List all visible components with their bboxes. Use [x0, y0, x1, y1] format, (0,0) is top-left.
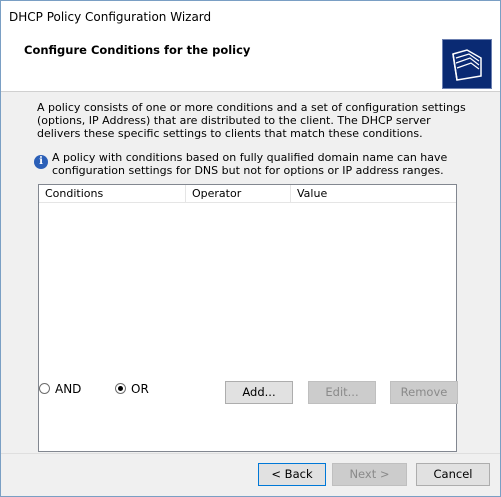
list-header: Conditions Operator Value: [39, 185, 456, 203]
and-radio-label: AND: [55, 382, 82, 396]
info-text: A policy with conditions based on fully …: [52, 151, 448, 177]
remove-button[interactable]: Remove: [390, 381, 458, 404]
or-radio[interactable]: [115, 383, 126, 394]
add-button[interactable]: Add...: [225, 381, 293, 404]
page-title: Configure Conditions for the policy: [24, 43, 251, 57]
footer-divider: [1, 453, 500, 454]
wizard-window: DHCP Policy Configuration Wizard Configu…: [0, 0, 501, 497]
wizard-header: Configure Conditions for the policy: [1, 31, 500, 92]
or-radio-label: OR: [131, 382, 149, 396]
description-text: A policy consists of one or more conditi…: [37, 101, 466, 140]
cancel-button[interactable]: Cancel: [416, 463, 490, 486]
title-bar: DHCP Policy Configuration Wizard: [1, 1, 500, 31]
window-title: DHCP Policy Configuration Wizard: [9, 10, 212, 24]
next-button[interactable]: Next >: [332, 463, 407, 486]
info-icon: i: [34, 155, 48, 169]
column-header-value[interactable]: Value: [291, 185, 456, 202]
edit-button[interactable]: Edit...: [308, 381, 376, 404]
folder-icon: [442, 39, 492, 89]
column-header-conditions[interactable]: Conditions: [39, 185, 186, 202]
conditions-list[interactable]: Conditions Operator Value: [38, 184, 457, 452]
and-radio[interactable]: [39, 383, 50, 394]
back-button[interactable]: < Back: [258, 463, 326, 486]
column-header-operator[interactable]: Operator: [186, 185, 291, 202]
